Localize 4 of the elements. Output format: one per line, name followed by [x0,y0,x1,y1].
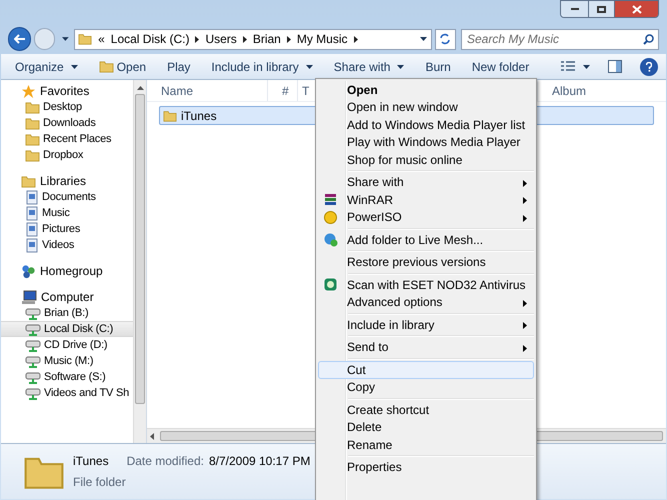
details-value: 8/7/2009 10:17 PM [208,453,310,470]
details-type: File folder [73,474,127,491]
details-name: iTunes [73,453,109,470]
details-label: Date modified: [126,453,204,470]
